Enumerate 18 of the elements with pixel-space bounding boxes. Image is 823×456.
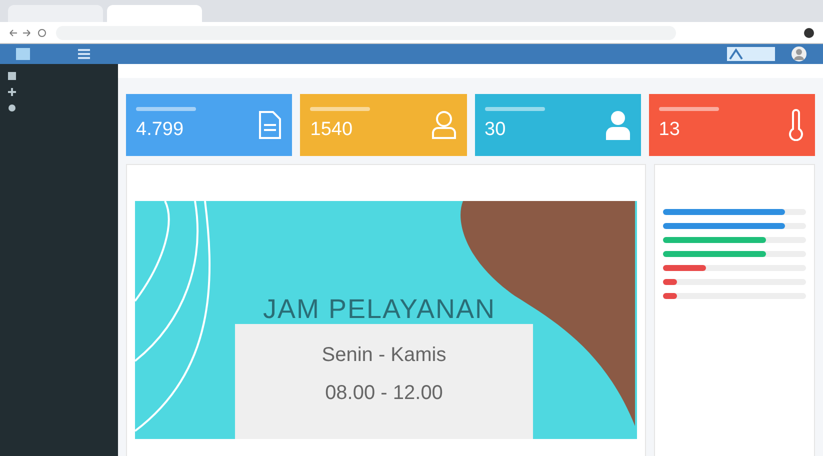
- menu-icon[interactable]: [78, 49, 90, 59]
- stat-value: 1540: [310, 119, 353, 140]
- profile-icon[interactable]: [803, 26, 815, 38]
- document-icon: [258, 110, 282, 140]
- user-icon: [430, 110, 456, 140]
- logo-icon: [16, 48, 30, 60]
- plus-icon[interactable]: [8, 88, 16, 96]
- avatar-icon[interactable]: [791, 46, 807, 62]
- thermometer-icon: [787, 109, 805, 141]
- stat-value: 4.799: [136, 119, 184, 140]
- banner-title: JAM PELAYANAN: [263, 293, 496, 326]
- stat-value: 30: [484, 119, 506, 140]
- stat-value: 13: [658, 119, 680, 140]
- navigation-arrows-icon[interactable]: [8, 28, 48, 38]
- schedule-text: Senin - Kamis: [322, 343, 446, 368]
- schedule-text: 08.00 - 12.00: [325, 381, 443, 406]
- logo-icon: [727, 47, 775, 61]
- circle-icon[interactable]: [8, 104, 16, 112]
